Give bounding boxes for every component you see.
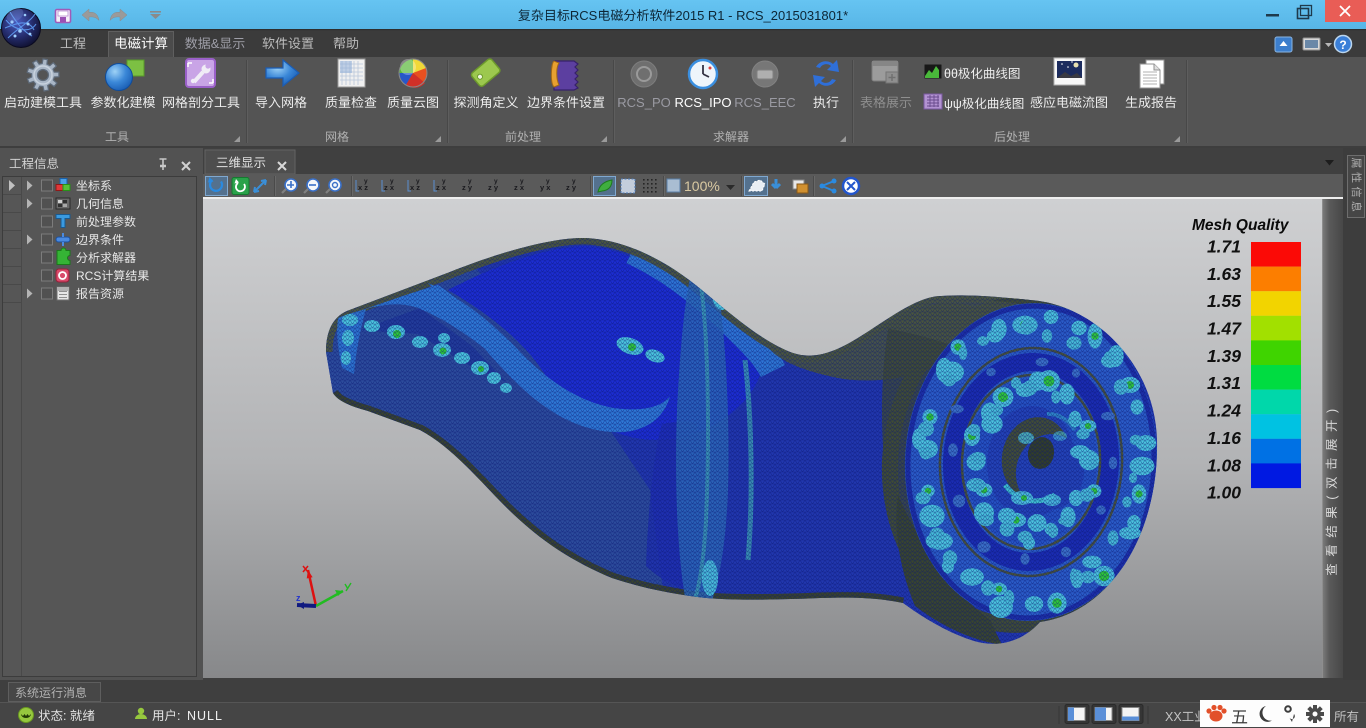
svg-text:2015 R1 - RCS_2015031801*: 2015 R1 - RCS_2015031801* <box>675 8 848 23</box>
svg-text:y: y <box>546 178 550 185</box>
svg-text:RCS_IPO: RCS_IPO <box>674 95 731 110</box>
svg-text:?: ? <box>1339 38 1346 52</box>
svg-text:RCS: RCS <box>570 8 598 23</box>
svg-text:1.31: 1.31 <box>1207 373 1241 393</box>
svg-text:y: y <box>416 178 420 185</box>
svg-text:RCS_EEC: RCS_EEC <box>734 95 795 110</box>
svg-text:Mesh Quality: Mesh Quality <box>1192 217 1290 234</box>
svg-text:y: y <box>572 178 576 185</box>
svg-text:y: y <box>494 178 498 185</box>
svg-text:(: ( <box>1325 489 1339 500</box>
svg-text:θθ: θθ <box>944 67 958 81</box>
svg-text::: : <box>63 709 66 723</box>
svg-text:XX: XX <box>1165 710 1182 724</box>
svg-text:z: z <box>296 593 301 603</box>
svg-text:1.39: 1.39 <box>1207 346 1241 366</box>
svg-text:1.47: 1.47 <box>1207 319 1242 339</box>
svg-text:RCS: RCS <box>76 269 101 283</box>
svg-text:y: y <box>390 178 394 185</box>
svg-text:NULL: NULL <box>187 709 223 723</box>
svg-text:1.63: 1.63 <box>1207 264 1241 284</box>
svg-text:1.16: 1.16 <box>1207 428 1241 448</box>
svg-text:100%: 100% <box>684 178 720 194</box>
svg-text:y: y <box>520 178 524 185</box>
svg-text:y: y <box>468 178 472 185</box>
svg-text::: : <box>177 709 180 723</box>
svg-text:1.00: 1.00 <box>1207 483 1241 503</box>
svg-text:1.55: 1.55 <box>1207 291 1241 311</box>
svg-text:ψψ: ψψ <box>944 97 962 111</box>
svg-text:y: y <box>364 178 368 185</box>
svg-text:RCS_PO: RCS_PO <box>617 95 670 110</box>
svg-text:1.24: 1.24 <box>1207 401 1241 421</box>
svg-text:1.71: 1.71 <box>1207 237 1241 257</box>
svg-text:1.08: 1.08 <box>1207 455 1241 475</box>
svg-text:y: y <box>442 178 446 185</box>
svg-text:): ) <box>1325 402 1339 413</box>
svg-text:&: & <box>211 36 220 51</box>
